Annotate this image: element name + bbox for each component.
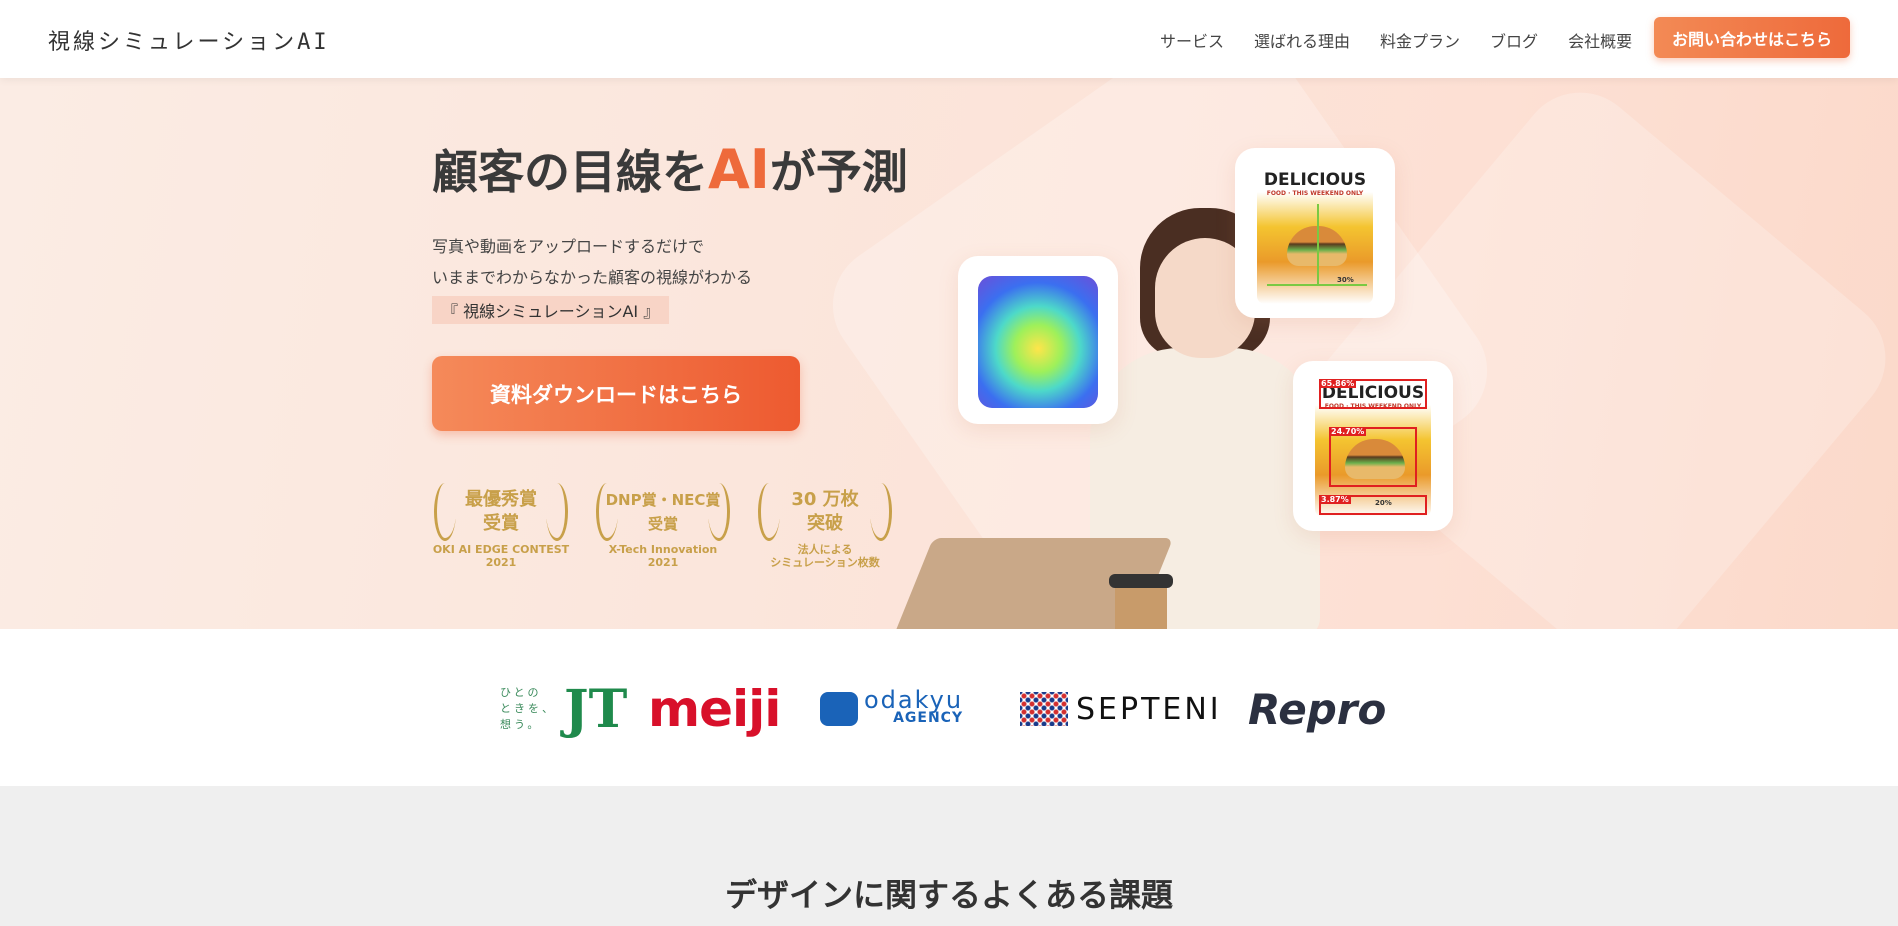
hero-subtitle-line1: 写真や動画をアップロードするだけで bbox=[432, 237, 705, 256]
download-button[interactable]: 資料ダウンロードはこちら bbox=[432, 356, 800, 431]
repro-logo: Repro bbox=[1248, 684, 1387, 734]
nav-item-service[interactable]: サービス bbox=[1160, 28, 1224, 52]
hero-subtitle-line2: いままでわからなかった顧客の視線がわかる bbox=[432, 268, 753, 287]
meiji-logo: meiji bbox=[648, 680, 781, 738]
nav-item-reasons[interactable]: 選ばれる理由 bbox=[1254, 28, 1350, 52]
ad-poster-image: DELICIOUS FOOD · THIS WEEKEND ONLY 30% bbox=[1257, 164, 1373, 304]
award-badge: 30 万枚 突破 法人による シミュレーション枚数 bbox=[754, 483, 896, 573]
hero-product-tag: 『 視線シミュレーションAI 』 bbox=[432, 296, 670, 324]
septeni-mark-icon bbox=[1020, 692, 1068, 726]
nav-item-blog[interactable]: ブログ bbox=[1490, 28, 1538, 52]
hero-section: 顧客の目線をAIが予測 写真や動画をアップロードするだけで いままでわからなかっ… bbox=[0, 78, 1898, 629]
issues-section: デザインに関するよくある課題 bbox=[0, 786, 1898, 926]
aoi-analysis-card: DELICIOUS FOOD · THIS WEEKEND ONLY 65.86… bbox=[1293, 361, 1453, 531]
hero-title: 顧客の目線をAIが予測 bbox=[432, 138, 908, 201]
site-logo[interactable]: 視線シミュレーションAI bbox=[48, 24, 330, 56]
main-nav: サービス 選ばれる理由 料金プラン ブログ 会社概要 bbox=[1160, 28, 1632, 52]
section-title: デザインに関するよくある課題 bbox=[724, 876, 1173, 914]
award-badge: 最優秀賞 受賞 OKI AI EDGE CONTEST 2021 bbox=[430, 483, 572, 573]
award-badge: DNP賞・NEC賞 受賞 X-Tech Innovation 2021 bbox=[592, 483, 734, 573]
heatmap-card bbox=[958, 256, 1118, 424]
coffee-cup-image bbox=[1115, 583, 1167, 629]
site-header: 視線シミュレーションAI サービス 選ばれる理由 料金プラン ブログ 会社概要 … bbox=[0, 0, 1898, 78]
gaze-path-card: DELICIOUS FOOD · THIS WEEKEND ONLY 30% bbox=[1235, 148, 1395, 318]
odakyu-agency-logo: odakyu AGENCY bbox=[820, 679, 963, 739]
jt-logo: ひとの ときを、 想う。 JT bbox=[500, 678, 628, 740]
ad-poster-image: DELICIOUS FOOD · THIS WEEKEND ONLY 65.86… bbox=[1315, 377, 1431, 517]
nav-item-pricing[interactable]: 料金プラン bbox=[1380, 28, 1460, 52]
heatmap-image bbox=[978, 276, 1098, 408]
client-logos: ひとの ときを、 想う。 JT meiji odakyu AGENCY SEPTEN… bbox=[0, 629, 1898, 786]
septeni-logo: SEPTENI bbox=[1020, 679, 1222, 739]
odakyu-mark-icon bbox=[820, 692, 858, 726]
nav-item-company[interactable]: 会社概要 bbox=[1568, 28, 1632, 52]
contact-button[interactable]: お問い合わせはこちら bbox=[1654, 17, 1850, 58]
